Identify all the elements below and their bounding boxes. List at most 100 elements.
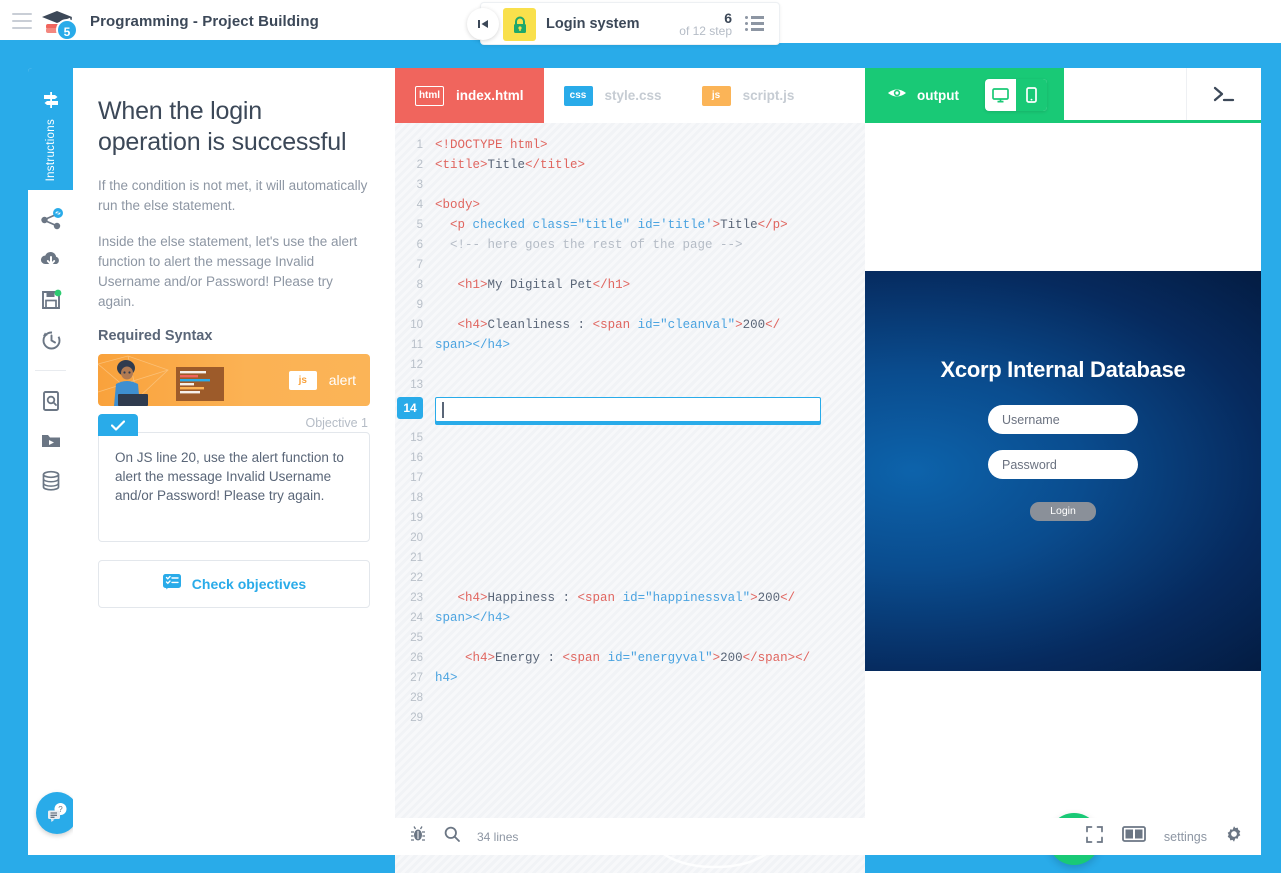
sidebar-item-label: Instructions (44, 119, 57, 182)
output-panel: output Xcorp Internal Database Username … (865, 68, 1261, 865)
rail-divider (35, 370, 66, 371)
line-text: <h1>My Digital Pet</h1> (435, 278, 631, 292)
sidebar-item-instructions[interactable]: Instructions (28, 68, 73, 190)
check-objectives-label: Check objectives (191, 576, 307, 592)
code-line[interactable]: 28 (395, 688, 865, 708)
line-number: 6 (416, 239, 423, 251)
code-line[interactable]: 27 h4> (395, 668, 865, 688)
bug-icon[interactable] (409, 825, 427, 848)
line-number: 4 (416, 199, 423, 211)
active-code-line[interactable]: 14 (395, 397, 865, 422)
split-view-icon[interactable] (1122, 826, 1146, 847)
code-line[interactable]: 22 (395, 568, 865, 588)
step-widget: Login system 6 of 12 step (467, 2, 780, 45)
code-line[interactable]: 29 (395, 708, 865, 728)
code-line[interactable]: 15 (395, 428, 865, 448)
check-objectives-button[interactable]: Check objectives (98, 560, 370, 608)
course-title: Programming - Project Building (90, 13, 319, 30)
code-line[interactable]: 21 (395, 548, 865, 568)
code-line[interactable]: 23 <h4>Happiness : <span id="happinessva… (395, 588, 865, 608)
tab-label: style.css (604, 88, 662, 103)
required-syntax-card[interactable]: js alert (98, 354, 370, 406)
code-line[interactable]: 5 <p checked class="title" id='title'>Ti… (395, 215, 865, 235)
code-input[interactable] (435, 397, 821, 422)
save-disk-icon[interactable] (28, 280, 73, 320)
line-number: 2 (416, 159, 423, 171)
code-line[interactable]: 3 (395, 175, 865, 195)
username-field[interactable]: Username (988, 405, 1138, 434)
previous-step-button[interactable] (467, 8, 499, 40)
code-line[interactable]: 26 <h4>Energy : <span id="energyval">200… (395, 648, 865, 668)
app-root: 5 Programming - Project Building Login s… (0, 0, 1281, 873)
device-toggle[interactable] (985, 79, 1047, 111)
code-line[interactable]: 1 <!DOCTYPE html> (395, 135, 865, 155)
code-line[interactable]: 12 (395, 355, 865, 375)
objective-block: Objective 1 On JS line 20, use the alert… (98, 414, 370, 608)
code-line[interactable]: 11 span></h4> (395, 335, 865, 355)
code-line[interactable]: 24 span></h4> (395, 608, 865, 628)
tab-style-css[interactable]: css style.css (544, 68, 682, 123)
line-number: 21 (410, 552, 423, 564)
code-lines-after: 15 16 17 18 19 20 21 22 23 <h4>Happiness… (395, 428, 865, 728)
code-line[interactable]: 9 (395, 295, 865, 315)
gear-icon[interactable] (1225, 825, 1243, 848)
code-line[interactable]: 6 <!-- here goes the rest of the page --… (395, 235, 865, 255)
code-line[interactable]: 2 <title>Title</title> (395, 155, 865, 175)
line-number: 1 (416, 139, 423, 151)
search-icon[interactable] (443, 825, 461, 848)
line-number: 8 (416, 279, 423, 291)
line-text: h4> (435, 671, 458, 685)
code-line[interactable]: 20 (395, 528, 865, 548)
history-clock-icon[interactable] (28, 320, 73, 360)
code-line[interactable]: 16 (395, 448, 865, 468)
terminal-icon[interactable] (1186, 68, 1261, 120)
database-icon[interactable] (28, 461, 73, 501)
login-button[interactable]: Login (1030, 502, 1096, 521)
line-number: 5 (416, 219, 423, 231)
mobile-icon[interactable] (1016, 79, 1047, 111)
code-line[interactable]: 19 (395, 508, 865, 528)
fullscreen-icon[interactable] (1085, 825, 1104, 849)
share-link-icon[interactable] (28, 200, 73, 240)
code-lines-before: 1 <!DOCTYPE html> 2 <title>Title</title> 3 4… (395, 135, 865, 395)
line-number: 12 (410, 359, 423, 371)
line-text (435, 448, 865, 468)
code-line[interactable]: 8 <h1>My Digital Pet</h1> (395, 275, 865, 295)
tab-script-js[interactable]: js script.js (682, 68, 815, 123)
output-title-bar: output (865, 68, 1064, 123)
line-text: <!-- here goes the rest of the page --> (435, 238, 743, 252)
coder-illustration (98, 355, 224, 406)
folder-play-icon[interactable] (28, 421, 73, 461)
output-header: output (865, 68, 1261, 123)
tab-label: index.html (456, 88, 524, 103)
download-cloud-icon[interactable] (28, 240, 73, 280)
html-chip: html (415, 85, 444, 106)
line-text (435, 295, 865, 315)
tab-index-html[interactable]: html index.html (395, 68, 544, 123)
code-line[interactable]: 13 (395, 375, 865, 395)
output-preview: Xcorp Internal Database Username Passwor… (865, 271, 1261, 671)
code-area[interactable]: 1 <!DOCTYPE html> 2 <title>Title</title> 3 4… (395, 123, 865, 873)
line-number: 3 (416, 179, 423, 191)
line-text: <!DOCTYPE html> (435, 138, 548, 152)
line-text (435, 255, 865, 275)
line-text (435, 628, 865, 648)
list-icon[interactable] (745, 16, 765, 31)
code-line[interactable]: 10 <h4>Cleanliness : <span id="cleanval"… (395, 315, 865, 335)
instruction-paragraph-2: Inside the else statement, let's use the… (98, 234, 358, 309)
book-search-icon[interactable] (28, 381, 73, 421)
code-line[interactable]: 4 <body> (395, 195, 865, 215)
line-text: <h4>Energy : <span id="energyval">200</s… (435, 651, 811, 665)
desktop-icon[interactable] (985, 79, 1016, 111)
code-line[interactable]: 7 (395, 255, 865, 275)
code-line[interactable]: 25 (395, 628, 865, 648)
line-number: 27 (410, 672, 423, 684)
code-line[interactable]: 17 (395, 468, 865, 488)
line-text (435, 468, 865, 488)
code-line[interactable]: 18 (395, 488, 865, 508)
help-chat-icon[interactable]: ? (36, 792, 78, 834)
password-field[interactable]: Password (988, 450, 1138, 479)
line-text: <body> (435, 198, 481, 212)
line-number: 7 (416, 259, 423, 271)
hamburger-icon[interactable] (12, 13, 32, 29)
